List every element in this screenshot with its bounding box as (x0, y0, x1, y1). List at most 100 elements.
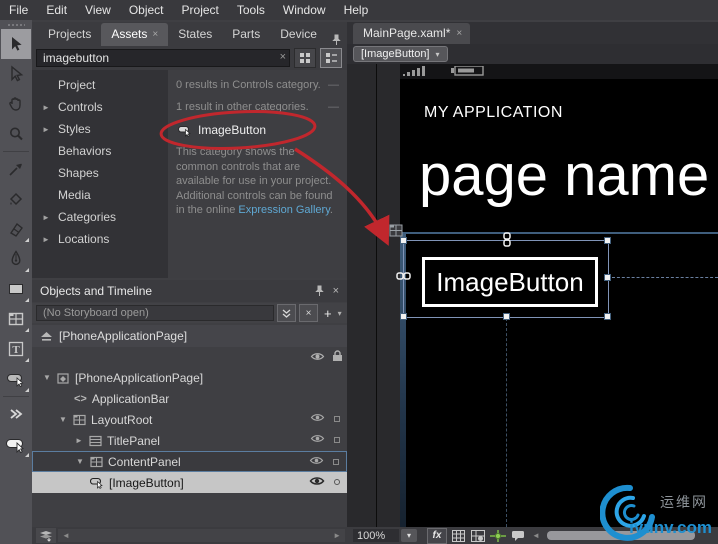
clear-search-icon[interactable]: × (280, 51, 286, 63)
tree-row-layoutroot[interactable]: ▼ LayoutRoot (32, 409, 347, 430)
snap-to-snaplines-toggle[interactable] (489, 529, 507, 543)
tree-row-titlepanel[interactable]: ► TitlePanel (32, 430, 347, 451)
resize-handle-right[interactable] (604, 274, 611, 281)
menu-project[interactable]: Project (173, 1, 228, 19)
pen-tool[interactable] (1, 244, 31, 274)
category-shapes[interactable]: Shapes (32, 162, 168, 184)
category-categories[interactable]: ►Categories (32, 206, 168, 228)
storyboard-chevron-button[interactable] (277, 304, 296, 322)
expander-icon[interactable]: ► (42, 125, 50, 134)
list-view-button[interactable] (320, 48, 342, 68)
visibility-eye-icon[interactable] (310, 412, 325, 423)
tree-row-phoneapplicationpage[interactable]: ▼ [PhoneApplicationPage] (32, 367, 347, 388)
horizontal-scrollbar[interactable]: ◄ ► (58, 529, 345, 542)
expander-icon[interactable]: ▼ (42, 373, 52, 382)
close-icon[interactable]: × (456, 28, 462, 39)
menu-help[interactable]: Help (335, 1, 378, 19)
tree-row-contentpanel[interactable]: ▼ ContentPanel (32, 451, 347, 472)
new-storyboard-button[interactable]: + (321, 306, 335, 321)
page-title-text[interactable]: page name (419, 142, 718, 214)
menu-window[interactable]: Window (274, 1, 335, 19)
category-media[interactable]: Media (32, 184, 168, 206)
grid-view-button[interactable] (294, 48, 316, 68)
category-controls[interactable]: ►Controls (32, 96, 168, 118)
expander-icon[interactable]: ► (74, 436, 84, 445)
visibility-eye-icon[interactable] (309, 475, 325, 487)
menu-object[interactable]: Object (120, 1, 173, 19)
margin-anchor-left-icon[interactable] (396, 270, 412, 282)
scroll-left-arrow[interactable]: ◄ (529, 531, 543, 540)
expander-icon[interactable]: ▼ (58, 415, 68, 424)
direct-selection-tool[interactable] (1, 59, 31, 89)
category-locations[interactable]: ►Locations (32, 228, 168, 250)
storyboard-close-button[interactable]: × (299, 304, 318, 322)
category-project[interactable]: Project (32, 74, 168, 96)
pin-icon[interactable] (310, 285, 329, 297)
annotations-toggle[interactable] (509, 529, 527, 543)
grid-layout-tool[interactable] (1, 304, 31, 334)
app-title-text[interactable]: MY APPLICATION (424, 104, 563, 122)
lock-column-icon[interactable] (332, 350, 343, 362)
layer-order-button[interactable] (36, 528, 56, 543)
expression-gallery-link[interactable]: Expression Gallery (238, 204, 330, 216)
selection-tool[interactable] (1, 29, 31, 59)
expander-icon[interactable]: ▼ (75, 457, 85, 466)
eraser-tool[interactable] (1, 214, 31, 244)
expander-icon[interactable]: ► (42, 103, 50, 112)
storyboard-selector[interactable]: (No Storyboard open) (36, 305, 274, 321)
tab-mainpage-xaml[interactable]: MainPage.xaml* × (353, 23, 470, 44)
tab-assets[interactable]: Assets× (101, 23, 168, 46)
expander-icon[interactable]: ► (42, 235, 50, 244)
zoom-tool[interactable] (1, 119, 31, 149)
menu-edit[interactable]: Edit (37, 1, 76, 19)
margin-anchor-top-icon[interactable] (501, 232, 513, 248)
paint-bucket-tool[interactable] (1, 184, 31, 214)
close-icon[interactable]: × (152, 29, 158, 40)
zoom-level[interactable]: 100% (353, 529, 399, 542)
menu-tools[interactable]: Tools (228, 1, 274, 19)
storyboard-options-dropdown[interactable]: ▾ (338, 309, 342, 318)
last-used-asset-tool[interactable] (1, 429, 31, 459)
asset-result-imagebutton[interactable]: ImageButton (178, 123, 339, 137)
lock-toggle[interactable] (334, 437, 340, 443)
imagebutton-control[interactable]: ImageButton (422, 257, 598, 307)
menu-view[interactable]: View (76, 1, 120, 19)
pan-tool[interactable] (1, 89, 31, 119)
menu-file[interactable]: File (0, 1, 37, 19)
resize-handle-bottomright[interactable] (604, 313, 611, 320)
category-behaviors[interactable]: Behaviors (32, 140, 168, 162)
tab-device[interactable]: Device (270, 23, 327, 46)
visibility-eye-icon[interactable] (310, 433, 325, 444)
effects-toggle[interactable]: fx (427, 528, 447, 544)
scroll-right-arrow[interactable]: ► (333, 531, 341, 540)
tab-projects[interactable]: Projects (38, 23, 101, 46)
tree-row-applicationbar[interactable]: <> ApplicationBar (32, 388, 347, 409)
eyedropper-tool[interactable] (1, 154, 31, 184)
show-gridlines-toggle[interactable] (449, 529, 467, 543)
visibility-eye-icon[interactable] (309, 455, 324, 466)
lock-toggle[interactable] (333, 459, 339, 465)
text-tool[interactable]: T (1, 334, 31, 364)
resize-handle-topright[interactable] (604, 237, 611, 244)
design-surface[interactable]: MY APPLICATION page name ImageButton (347, 64, 718, 527)
snap-to-gridlines-toggle[interactable] (469, 529, 487, 543)
pin-icon[interactable] (327, 34, 346, 46)
zoom-dropdown[interactable]: ▾ (401, 529, 417, 542)
scroll-left-arrow[interactable]: ◄ (62, 531, 70, 540)
category-styles[interactable]: ►Styles (32, 118, 168, 140)
tree-row-imagebutton[interactable]: [ImageButton] (32, 472, 347, 493)
horizontal-scrollbar-thumb[interactable] (547, 531, 695, 540)
tab-states[interactable]: States (168, 23, 222, 46)
toolstrip-grip[interactable] (7, 23, 25, 27)
tab-parts[interactable]: Parts (222, 23, 270, 46)
grid-adorner-icon[interactable] (389, 224, 403, 237)
resize-handle-bottomleft[interactable] (400, 313, 407, 320)
lock-toggle[interactable] (334, 479, 340, 485)
expander-icon[interactable]: ► (42, 213, 50, 222)
search-input[interactable] (36, 49, 290, 67)
resize-handle-bottom[interactable] (503, 313, 510, 320)
scope-up-icon[interactable] (40, 331, 53, 342)
breadcrumb-imagebutton[interactable]: [ImageButton] ▾ (353, 46, 448, 62)
resize-handle-topleft[interactable] (400, 237, 407, 244)
assets-expand-tool[interactable] (1, 399, 31, 429)
